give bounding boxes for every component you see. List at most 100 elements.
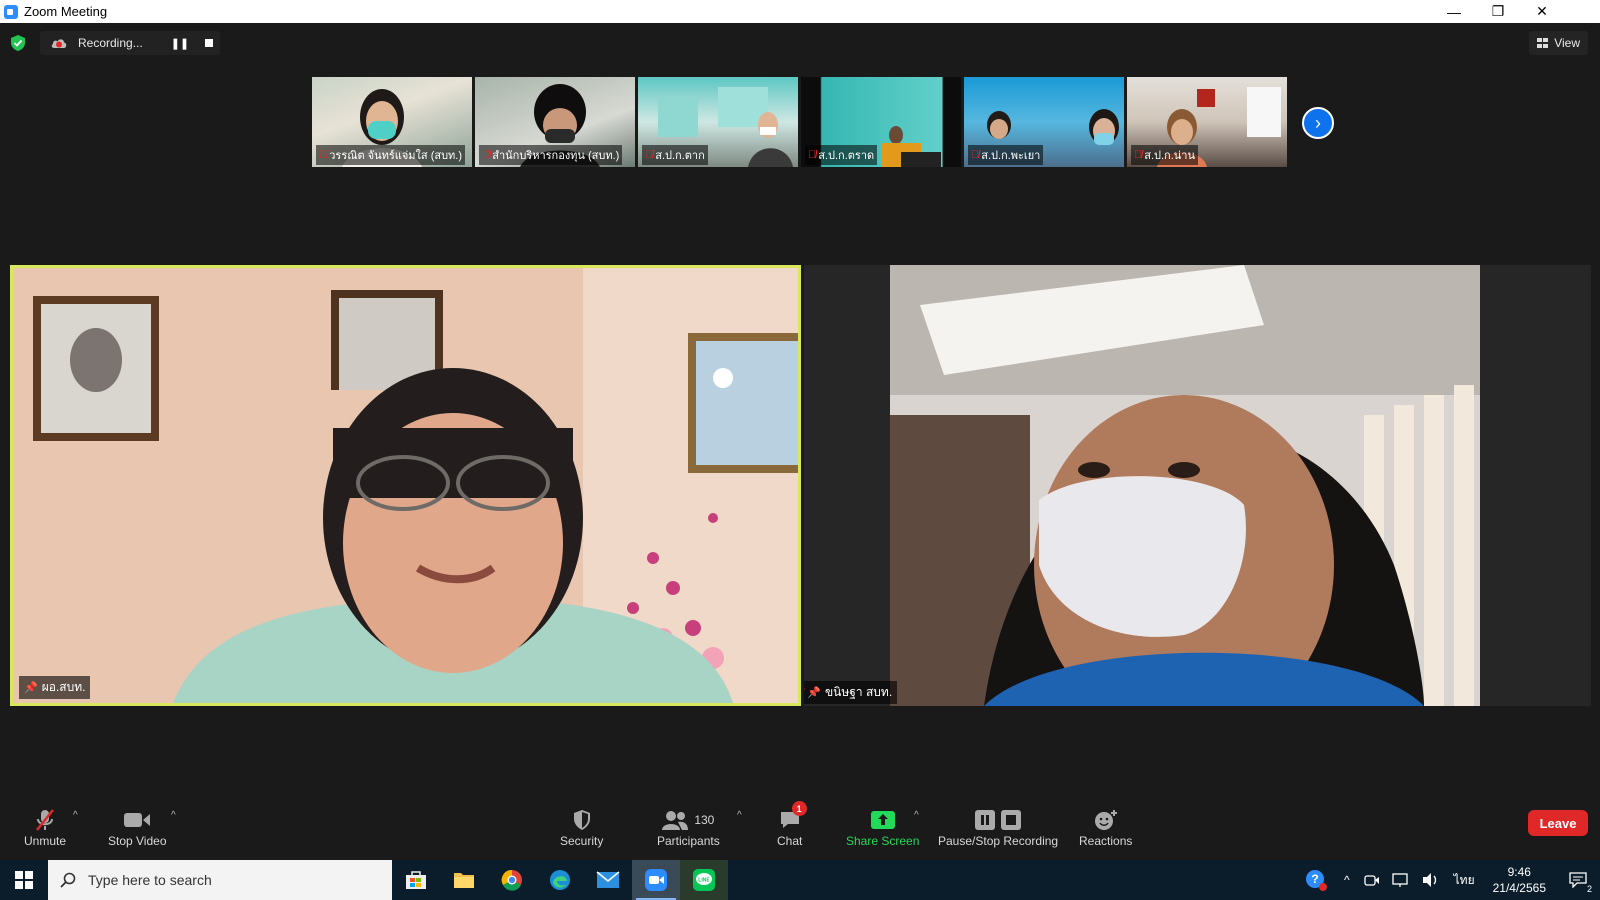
- security-shield-icon: [573, 806, 591, 834]
- muted-mic-icon: 🎙̸: [645, 149, 654, 161]
- microsoft-store-icon[interactable]: [392, 860, 440, 900]
- muted-mic-icon: 🎙̸: [808, 149, 817, 161]
- pin-icon: 📌: [807, 687, 821, 699]
- chat-bubble-icon: 1: [779, 801, 807, 834]
- meet-now-icon[interactable]: [1363, 872, 1380, 888]
- participant-thumbnail[interactable]: 🎙̸ สำนักบริหารกองทุน (สบท.): [475, 77, 635, 167]
- participant-name-label: 🎙̸ ส.ป.ก.น่าน: [1131, 145, 1198, 165]
- close-button[interactable]: ✕: [1520, 0, 1564, 23]
- minimize-button[interactable]: —: [1432, 0, 1476, 23]
- video-camera-icon: [123, 806, 151, 834]
- clock-date: 21/4/2565: [1492, 881, 1546, 895]
- participant-video-feed: [890, 265, 1480, 706]
- input-language[interactable]: ไทย: [1454, 871, 1475, 890]
- participants-options-chevron-icon[interactable]: ^: [737, 810, 742, 821]
- unmute-button[interactable]: Unmute: [24, 806, 66, 848]
- window-title: Zoom Meeting: [24, 4, 108, 19]
- stop-video-button[interactable]: Stop Video: [108, 806, 167, 848]
- video-options-chevron-icon[interactable]: ^: [171, 810, 176, 821]
- system-tray: ? ^ ไทย 9:46 21/4/2565 2: [1304, 860, 1600, 900]
- show-hidden-icons-chevron-icon[interactable]: ^: [1344, 873, 1350, 887]
- pause-recording-icon[interactable]: ❚❚: [171, 37, 189, 50]
- participant-thumbnail[interactable]: 🎙̸ ส.ป.ก.ตราด: [801, 77, 961, 167]
- mail-icon[interactable]: [584, 860, 632, 900]
- network-icon[interactable]: [1391, 872, 1410, 888]
- muted-mic-icon: 🎙̸: [1134, 149, 1143, 161]
- meeting-stage: Recording... ❚❚ View 🎙̸ วรรณิต จันทร์แจ่ม…: [0, 23, 1600, 800]
- svg-text:LINE: LINE: [698, 878, 710, 884]
- muted-mic-icon: 🎙̸: [319, 149, 328, 161]
- security-label: Security: [560, 834, 604, 848]
- search-icon: [60, 872, 76, 888]
- action-center-button[interactable]: 2: [1556, 860, 1600, 900]
- help-alert-icon[interactable]: ?: [1304, 868, 1328, 892]
- svg-text:?: ?: [1311, 872, 1318, 886]
- participant-video-feed: [13, 268, 798, 703]
- chat-unread-badge: 1: [791, 801, 807, 816]
- recording-label: Recording...: [78, 36, 143, 50]
- zoom-app-icon: [4, 4, 18, 19]
- unmute-label: Unmute: [24, 834, 67, 848]
- participant-name-label: 🎙̸ ส.ป.ก.ตราด: [805, 145, 878, 165]
- line-app-icon[interactable]: LINE: [680, 860, 728, 900]
- chat-label: Chat: [777, 834, 803, 848]
- chat-button[interactable]: 1 Chat: [777, 801, 807, 848]
- recording-indicator: Recording... ❚❚: [40, 31, 220, 55]
- taskbar-search-box[interactable]: Type here to search: [48, 860, 392, 900]
- next-page-arrow-icon[interactable]: ›: [1302, 107, 1334, 139]
- pin-icon: 📌: [24, 682, 38, 694]
- leave-meeting-button[interactable]: Leave: [1528, 810, 1588, 836]
- encryption-shield-icon[interactable]: [10, 34, 26, 52]
- view-button[interactable]: View: [1529, 31, 1588, 55]
- reactions-button[interactable]: Reactions: [1079, 806, 1132, 848]
- windows-taskbar: Type here to search LINE ? ^ ไทย 9:46 21…: [0, 860, 1600, 900]
- security-button[interactable]: Security: [560, 806, 603, 848]
- share-screen-icon: [870, 806, 896, 834]
- video-tile-participant[interactable]: 🎙̸ 📌 ขนิษฐา สบท.: [804, 265, 1591, 706]
- participant-thumbnail[interactable]: 🎙̸ ส.ป.ก.น่าน: [1127, 77, 1287, 167]
- share-options-chevron-icon[interactable]: ^: [914, 810, 919, 821]
- muted-microphone-icon: [34, 806, 56, 834]
- video-tile-active-speaker[interactable]: 📌 ผอ.สบท.: [10, 265, 801, 706]
- participant-name-label: 🎙̸ สำนักบริหารกองทุน (สบท.): [479, 145, 623, 165]
- stop-recording-icon[interactable]: [205, 39, 214, 47]
- share-screen-label: Share Screen: [846, 834, 920, 848]
- stop-video-label: Stop Video: [108, 834, 167, 848]
- participant-thumbnail[interactable]: 🎙̸ ส.ป.ก.ตาก: [638, 77, 798, 167]
- notification-icon: [1569, 872, 1587, 888]
- pause-stop-recording-label: Pause/Stop Recording: [938, 834, 1059, 848]
- participants-count: 130: [694, 813, 715, 827]
- meeting-controls-toolbar: Unmute ^ Stop Video ^ Security 130 Parti…: [0, 800, 1600, 860]
- participants-button[interactable]: 130 Participants: [657, 806, 720, 848]
- restore-button[interactable]: ❐: [1476, 0, 1520, 23]
- file-explorer-icon[interactable]: [440, 860, 488, 900]
- chrome-icon[interactable]: [488, 860, 536, 900]
- volume-icon[interactable]: [1422, 872, 1440, 888]
- participants-label: Participants: [657, 834, 720, 848]
- view-label: View: [1554, 36, 1580, 50]
- participant-name-tag: 🎙̸ 📌 ขนิษฐา สบท.: [804, 681, 898, 704]
- window-titlebar: Zoom Meeting — ❐ ✕: [0, 0, 1600, 23]
- participant-name-label: 🎙̸ ส.ป.ก.พะเยา: [968, 145, 1044, 165]
- cloud-recording-icon: [51, 39, 67, 48]
- muted-mic-icon: 🎙̸: [482, 149, 491, 161]
- windows-logo-icon: [15, 871, 33, 889]
- participant-name-label: 🎙̸ ส.ป.ก.ตาก: [642, 145, 708, 165]
- grid-view-icon: [1537, 38, 1549, 48]
- gallery-thumbnail-strip: 🎙̸ วรรณิต จันทร์แจ่มใส (สบท.) 🎙̸ สำนักบริห…: [312, 77, 1287, 167]
- edge-browser-icon[interactable]: [536, 860, 584, 900]
- audio-options-chevron-icon[interactable]: ^: [73, 810, 78, 821]
- speaker-name-tag: 📌 ผอ.สบท.: [19, 676, 91, 699]
- system-clock[interactable]: 9:46 21/4/2565: [1493, 864, 1546, 896]
- start-button[interactable]: [0, 860, 48, 900]
- share-screen-button[interactable]: Share Screen: [846, 806, 919, 848]
- clock-time: 9:46: [1507, 865, 1531, 879]
- pause-icon: [975, 810, 996, 830]
- pause-stop-recording-button[interactable]: Pause/Stop Recording: [938, 806, 1058, 848]
- participant-thumbnail[interactable]: 🎙̸ วรรณิต จันทร์แจ่มใส (สบท.): [312, 77, 472, 167]
- participant-thumbnail[interactable]: 🎙̸ ส.ป.ก.พะเยา: [964, 77, 1124, 167]
- search-placeholder: Type here to search: [88, 872, 212, 888]
- stop-icon: [1001, 810, 1022, 830]
- zoom-taskbar-icon[interactable]: [632, 860, 680, 900]
- notification-count: 2: [1586, 884, 1592, 894]
